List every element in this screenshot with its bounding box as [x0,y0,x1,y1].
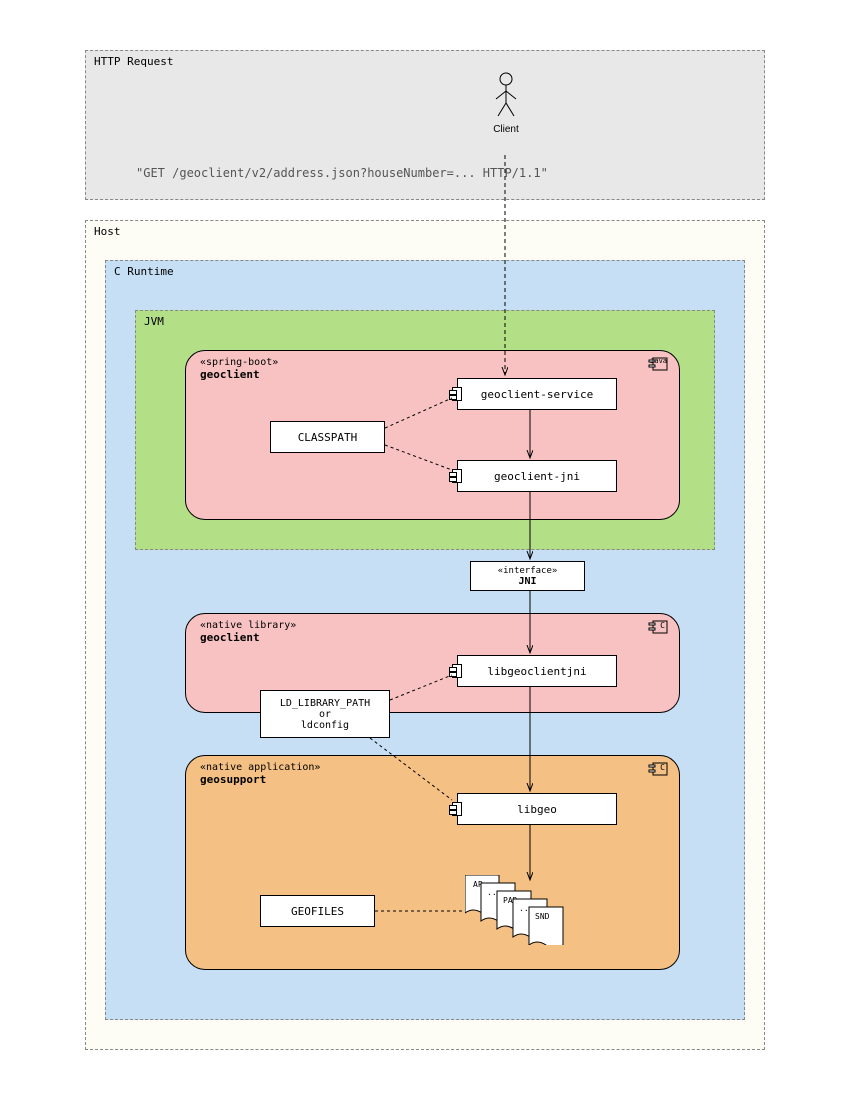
cruntime-label: C Runtime [114,265,174,278]
java-badge: Java [647,357,669,374]
springboot-name: geoclient [200,368,278,381]
c-badge: C [647,620,669,637]
jvm-label: JVM [144,315,164,328]
libgeoclientjni-box: libgeoclientjni [457,655,617,687]
springboot-stereotype: «spring-boot» [200,357,278,368]
stick-figure-icon [491,71,521,121]
component-icon [452,664,462,678]
file-icon: SND [529,907,563,945]
classpath-box: CLASSPATH [270,421,385,453]
nativelib-name: geoclient [200,631,296,644]
c-badge: C [647,762,669,779]
geoclient-service-box: geoclient-service [457,378,617,410]
geoclient-jni-box: geoclient-jni [457,460,617,492]
http-request-box: HTTP Request Client "GET /geoclient/v2/a… [85,50,765,200]
jni-interface-box: «interface» JNI [470,561,585,591]
http-label: HTTP Request [94,55,173,68]
actor-client: Client [491,71,521,135]
geofiles-box: GEOFILES [260,895,375,927]
component-icon [452,802,462,816]
nativelib-stereotype: «native library» [200,620,296,631]
component-icon [452,469,462,483]
springboot-box: «spring-boot» geoclient Java [185,350,680,520]
svg-text:SND: SND [535,912,550,921]
geosupport-name: geosupport [200,773,320,786]
host-label: Host [94,225,121,238]
geosupport-stereotype: «native application» [200,762,320,773]
component-icon [452,387,462,401]
actor-label: Client [491,124,521,135]
libgeo-box: libgeo [457,793,617,825]
http-request-text: "GET /geoclient/v2/address.json?houseNum… [136,166,548,180]
files-stack: AP .... PAD .... SND [465,875,615,950]
ldpath-box: LD_LIBRARY_PATH or ldconfig [260,690,390,738]
